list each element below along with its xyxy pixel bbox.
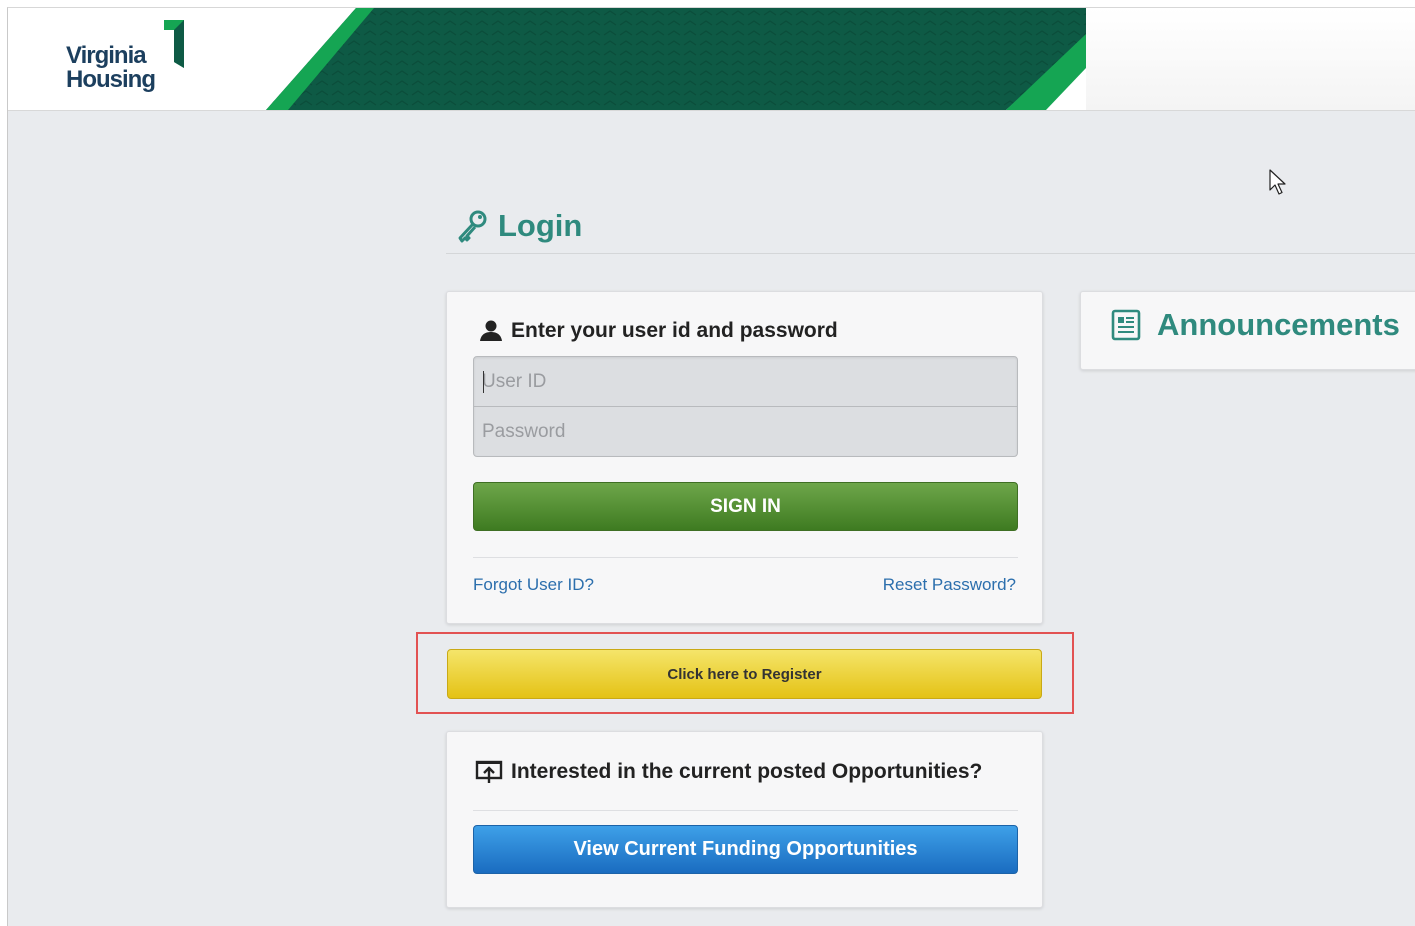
announcements-title: Announcements	[1157, 307, 1400, 342]
mouse-pointer-icon	[1269, 169, 1286, 195]
text-caret	[483, 371, 484, 393]
announcements-heading: Announcements	[1111, 307, 1400, 343]
view-funding-opportunities-button[interactable]: View Current Funding Opportunities	[473, 825, 1018, 874]
page-frame: Virginia Housing Login Enter your user i…	[7, 7, 1415, 926]
header-right-area	[1086, 8, 1415, 110]
virginia-housing-logo[interactable]: Virginia Housing	[66, 18, 196, 98]
login-title-text: Login	[498, 208, 583, 243]
login-separator	[473, 557, 1018, 558]
announcements-card: Announcements	[1080, 291, 1415, 370]
password-input[interactable]	[474, 407, 1017, 456]
logo-line-1: Virginia	[66, 42, 147, 69]
credentials-group	[473, 356, 1018, 457]
opportunities-heading: Interested in the current posted Opportu…	[475, 759, 982, 785]
document-icon	[1111, 309, 1141, 341]
opportunities-card: Interested in the current posted Opportu…	[446, 731, 1043, 908]
user-icon	[480, 320, 502, 341]
title-divider	[446, 253, 1415, 254]
site-header: Virginia Housing	[8, 8, 1415, 111]
register-button[interactable]: Click here to Register	[447, 649, 1042, 699]
opportunities-separator	[473, 810, 1018, 811]
opportunities-heading-text: Interested in the current posted Opportu…	[511, 760, 983, 783]
sign-in-button[interactable]: SIGN IN	[473, 482, 1018, 531]
login-card: Enter your user id and password SIGN IN …	[446, 291, 1043, 624]
user-id-input[interactable]	[474, 357, 1017, 406]
presentation-icon	[475, 760, 503, 783]
logo-mark-icon	[164, 20, 184, 68]
login-heading-text: Enter your user id and password	[511, 319, 838, 342]
forgot-user-id-link[interactable]: Forgot User ID?	[473, 575, 594, 595]
key-icon	[458, 210, 487, 243]
logo-text: Virginia Housing	[66, 42, 156, 93]
header-banner	[266, 8, 1086, 110]
login-card-heading: Enter your user id and password	[479, 319, 838, 343]
reset-password-link[interactable]: Reset Password?	[883, 575, 1016, 595]
login-title: Login	[454, 204, 582, 248]
logo-line-2: Housing	[66, 66, 156, 93]
